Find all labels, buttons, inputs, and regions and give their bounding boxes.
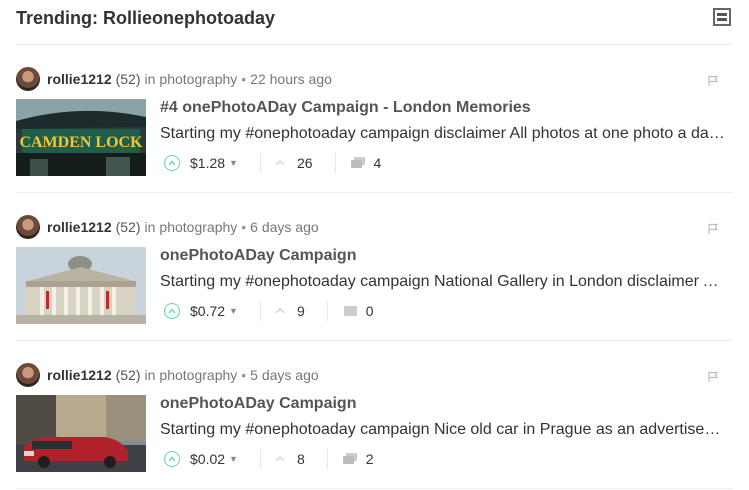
post-header: rollie1212 (52) in photography • 6 days …: [16, 215, 319, 239]
post-time[interactable]: 5 days ago: [250, 367, 319, 383]
author-link[interactable]: rollie1212: [47, 367, 112, 383]
payout-dropdown-icon[interactable]: ▼: [229, 306, 238, 316]
post-list: rollie1212 (52) in photography • 22 hour…: [16, 45, 733, 489]
post-time[interactable]: 6 days ago: [250, 219, 319, 235]
avatar[interactable]: [16, 215, 40, 239]
layout-toggle-button[interactable]: [713, 8, 731, 26]
upvote-button[interactable]: [164, 451, 180, 467]
post-body-preview[interactable]: Starting my #onephotoaday campaign discl…: [160, 125, 726, 143]
post-header: rollie1212 (52) in photography • 5 days …: [16, 363, 319, 387]
category-link[interactable]: photography: [159, 367, 237, 383]
author-link[interactable]: rollie1212: [47, 71, 112, 87]
vote-count[interactable]: 26: [297, 155, 313, 171]
payout-value[interactable]: $0.72: [190, 303, 225, 319]
post-title-link[interactable]: onePhotoADay Campaign: [160, 247, 356, 265]
chevron-up-icon: [168, 456, 176, 462]
post-thumbnail[interactable]: [16, 247, 146, 324]
comment-icon: [342, 453, 357, 464]
in-label: in: [144, 219, 156, 235]
author-reputation: (52): [115, 71, 141, 87]
comment-icon: [343, 306, 357, 316]
post-thumbnail[interactable]: [16, 395, 146, 472]
comment-count: 0: [365, 303, 374, 319]
separator-dot: •: [241, 367, 247, 383]
flag-icon[interactable]: [707, 371, 719, 383]
upvote-button[interactable]: [164, 155, 180, 171]
in-label: in: [144, 367, 156, 383]
feed-header: Trending: Rollieonephotoaday: [16, 0, 733, 45]
post-title-link[interactable]: #4 onePhotoADay Campaign - London Memori…: [160, 99, 531, 117]
svg-text:CAMDEN LOCK: CAMDEN LOCK: [19, 134, 143, 151]
in-label: in: [144, 71, 156, 87]
payout-dropdown-icon[interactable]: ▼: [229, 158, 238, 168]
comment-count: 4: [373, 155, 382, 171]
post-time[interactable]: 22 hours ago: [250, 71, 332, 87]
chevron-up-icon: [168, 160, 176, 166]
separator-dot: •: [241, 219, 247, 235]
post-footer: $0.72 ▼ 9 0: [164, 300, 374, 322]
post-summary: rollie1212 (52) in photography • 22 hour…: [16, 45, 733, 193]
payout-value[interactable]: $1.28: [190, 155, 225, 171]
comment-icon: [350, 157, 365, 168]
page-title: Trending: Rollieonephotoaday: [16, 8, 276, 28]
avatar[interactable]: [16, 67, 40, 91]
post-footer: $0.02 ▼ 8 2: [164, 448, 374, 470]
post-title-link[interactable]: onePhotoADay Campaign: [160, 395, 356, 413]
payout-dropdown-icon[interactable]: ▼: [229, 454, 238, 464]
comments-link[interactable]: 4: [350, 155, 382, 171]
post-body-preview[interactable]: Starting my #onephotoaday campaign Nice …: [160, 421, 726, 439]
post-body-preview[interactable]: Starting my #onephotoaday campaign Natio…: [160, 273, 726, 291]
layout-icon: [717, 13, 727, 16]
post-summary: rollie1212 (52) in photography • 6 days …: [16, 193, 733, 341]
category-link[interactable]: photography: [159, 71, 237, 87]
flag-icon[interactable]: [707, 75, 719, 87]
post-header: rollie1212 (52) in photography • 22 hour…: [16, 67, 332, 91]
payout-value[interactable]: $0.02: [190, 451, 225, 467]
comments-link[interactable]: 0: [342, 303, 374, 319]
flag-icon[interactable]: [707, 223, 719, 235]
voters-chevron-icon[interactable]: [275, 456, 285, 462]
voters-chevron-icon[interactable]: [275, 308, 285, 314]
post-footer: $1.28 ▼ 26 4: [164, 152, 381, 174]
author-reputation: (52): [115, 367, 141, 383]
vote-count[interactable]: 8: [297, 451, 305, 467]
post-summary: rollie1212 (52) in photography • 5 days …: [16, 341, 733, 489]
comments-link[interactable]: 2: [342, 451, 374, 467]
author-reputation: (52): [115, 219, 141, 235]
upvote-button[interactable]: [164, 303, 180, 319]
avatar[interactable]: [16, 363, 40, 387]
post-thumbnail[interactable]: CAMDEN LOCK: [16, 99, 146, 176]
category-link[interactable]: photography: [159, 219, 237, 235]
author-link[interactable]: rollie1212: [47, 219, 112, 235]
voters-chevron-icon[interactable]: [275, 160, 285, 166]
separator-dot: •: [241, 71, 247, 87]
chevron-up-icon: [168, 308, 176, 314]
vote-count[interactable]: 9: [297, 303, 305, 319]
comment-count: 2: [365, 451, 374, 467]
